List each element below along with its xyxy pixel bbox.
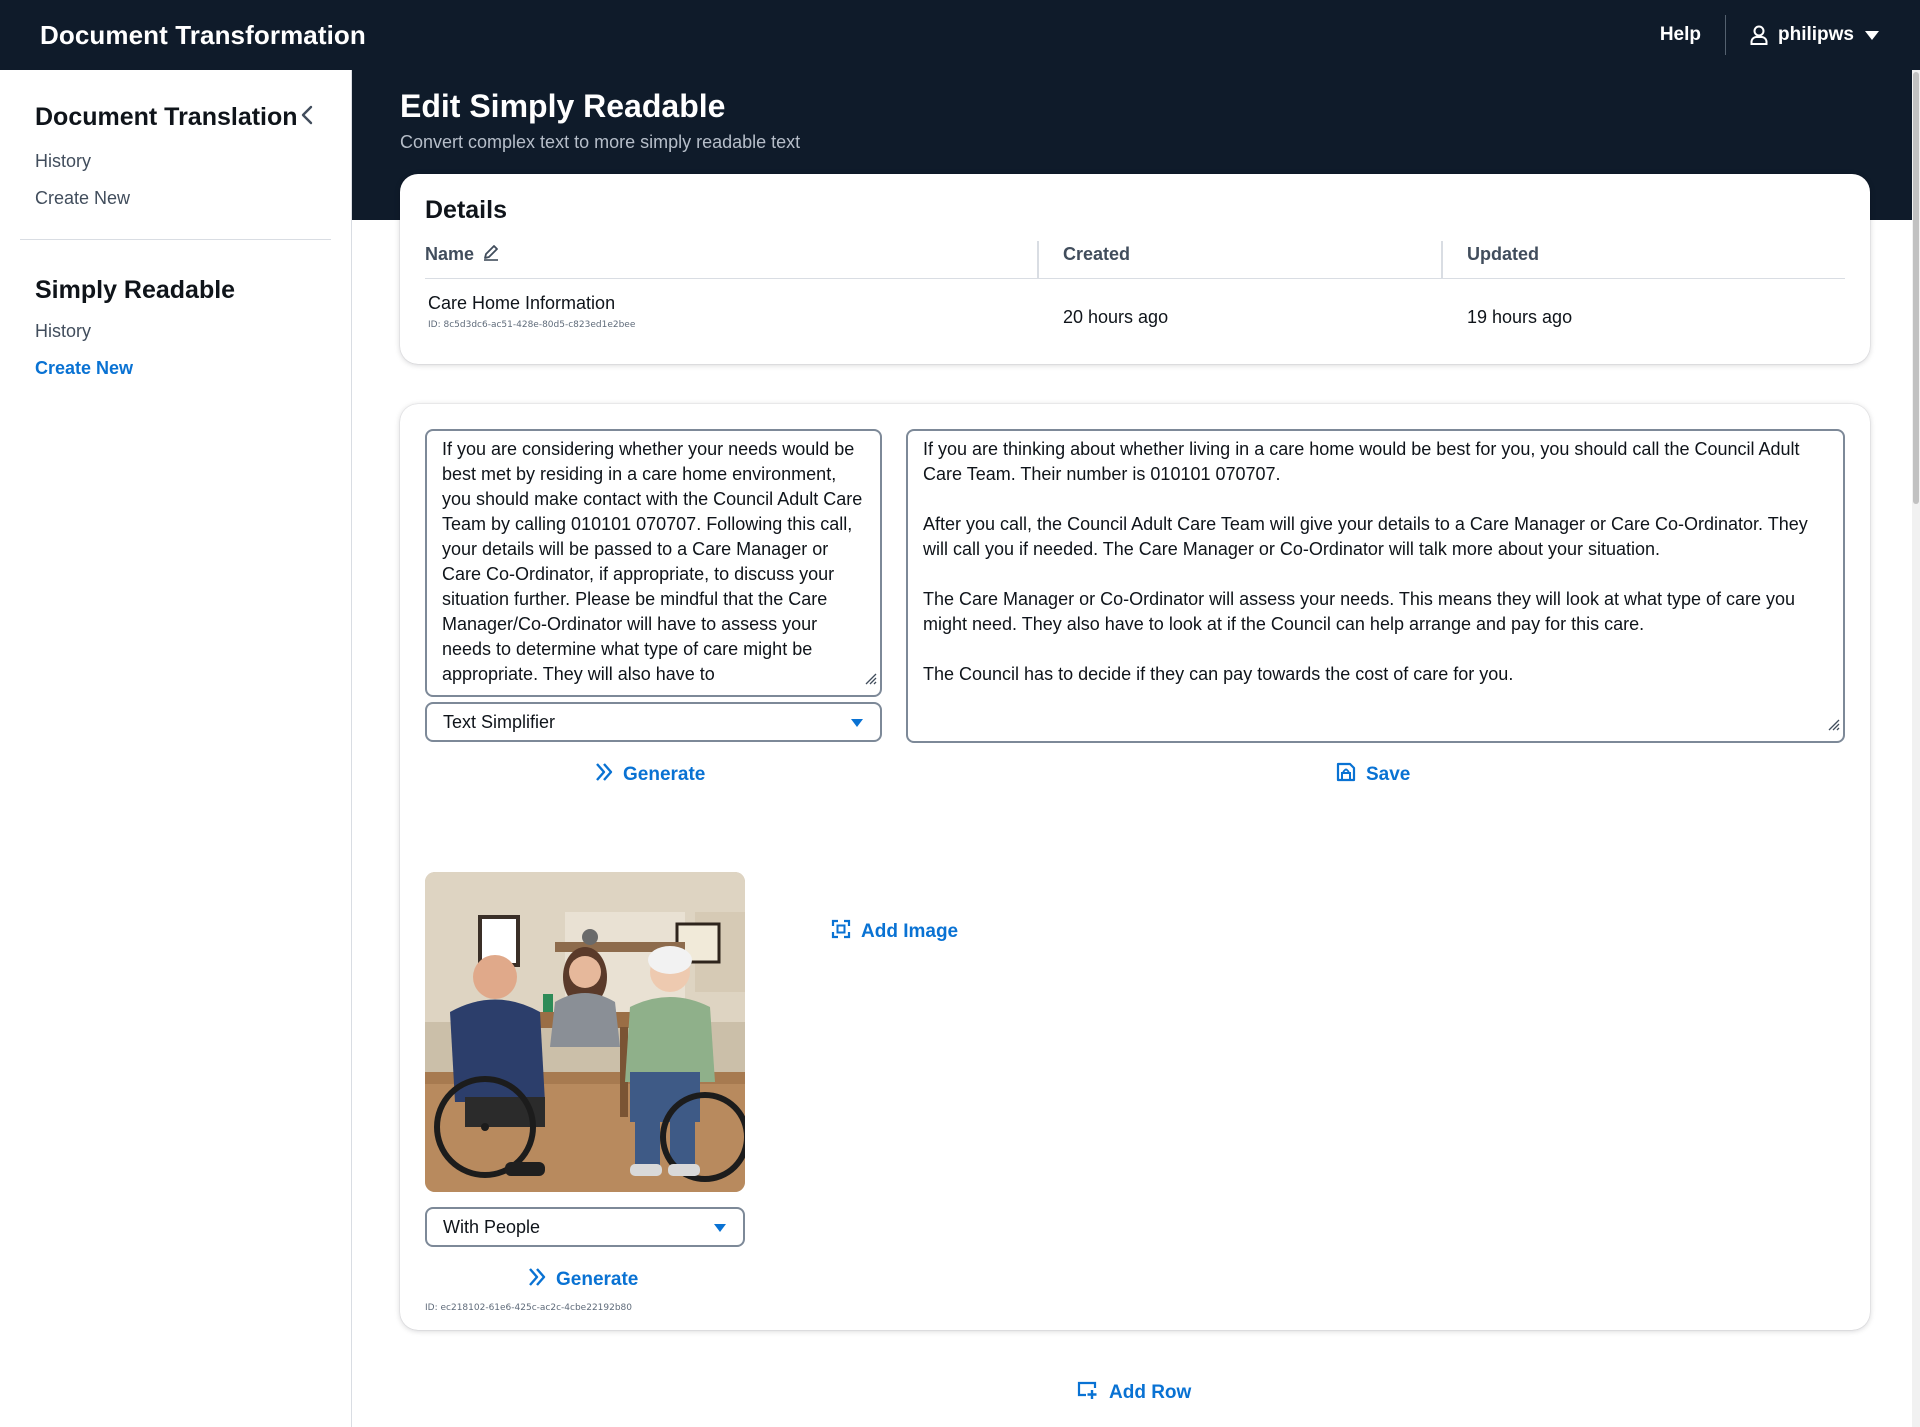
sidebar-heading-simply-readable[interactable]: Simply Readable	[35, 276, 316, 305]
double-chevron-right-icon	[595, 762, 613, 788]
generate-image-label: Generate	[556, 1269, 639, 1290]
top-right-utilities: Help philipws	[1636, 0, 1880, 70]
sidebar-item-translation-history[interactable]: History	[35, 151, 316, 172]
page-scrollbar-thumb[interactable]	[1913, 72, 1919, 504]
sidebar-item-readable-create-new[interactable]: Create New	[35, 358, 316, 379]
simplified-paragraph: After you call, the Council Adult Care T…	[923, 514, 1808, 559]
generate-text-label: Generate	[623, 764, 706, 785]
chevron-down-icon	[713, 1217, 727, 1238]
generated-image	[425, 872, 745, 1192]
generate-text-button[interactable]: Generate	[595, 762, 705, 788]
image-style-select-value: With People	[443, 1216, 541, 1237]
column-header-updated: Updated	[1441, 241, 1845, 279]
username-label: philipws	[1778, 24, 1854, 45]
model-select[interactable]: Text Simplifier	[425, 702, 882, 742]
created-value: 20 hours ago	[1063, 307, 1169, 327]
document-name: Care Home Information	[428, 293, 616, 313]
image-id: ID: ec218102-61e6-425c-ac2c-4cbe22192b80	[425, 1303, 633, 1313]
top-navigation: Document Transformation Help philipws	[0, 0, 1920, 70]
sidebar-heading-document-translation[interactable]: Document Translation	[35, 103, 298, 132]
sidebar-section-document-translation: Document Translation History Create New	[20, 100, 331, 209]
caret-down-icon	[1864, 29, 1880, 41]
document-id: ID: 8c5d3dc6-ac51-428e-80d5-c823ed1e2bee	[428, 320, 636, 330]
sidebar-section-simply-readable: Simply Readable History Create New	[20, 276, 331, 379]
document-name-cell: Care Home Information ID: 8c5d3dc6-ac51-…	[425, 279, 1037, 330]
page-subtitle: Convert complex text to more simply read…	[400, 132, 801, 152]
resize-handle-icon[interactable]	[1826, 713, 1840, 738]
save-label: Save	[1366, 764, 1411, 785]
page-title: Edit Simply Readable	[400, 88, 726, 124]
add-row-icon	[1077, 1380, 1099, 1406]
simplified-paragraph: If you are thinking about whether living…	[923, 439, 1800, 484]
user-icon	[1750, 25, 1768, 45]
image-style-select[interactable]: With People	[425, 1207, 745, 1247]
content-row-panel: If you are considering whether your need…	[400, 404, 1870, 1330]
simplified-paragraph: The Council has to decide if they can pa…	[923, 664, 1514, 684]
source-text-value: If you are considering whether your need…	[442, 439, 863, 684]
save-icon	[1336, 762, 1356, 788]
edit-name-icon[interactable]	[482, 243, 500, 266]
double-chevron-right-icon	[528, 1267, 546, 1293]
sidebar-divider	[20, 239, 331, 240]
column-header-name: Name	[425, 241, 1037, 279]
sidebar-item-readable-history[interactable]: History	[35, 321, 316, 342]
simplified-text-area[interactable]: If you are thinking about whether living…	[906, 429, 1845, 743]
chevron-down-icon	[850, 712, 864, 733]
sidebar-item-translation-create-new[interactable]: Create New	[35, 188, 316, 209]
simplified-paragraph: The Care Manager or Co-Ordinator will as…	[923, 589, 1796, 634]
details-table: Name Created Updated Care Home Informati…	[425, 241, 1845, 330]
help-link[interactable]: Help	[1636, 24, 1725, 46]
side-navigation: Document Translation History Create New …	[0, 70, 352, 1427]
resize-handle-icon[interactable]	[863, 667, 877, 692]
add-image-button[interactable]: Add Image	[831, 919, 958, 945]
add-row-label: Add Row	[1109, 1382, 1192, 1403]
details-title: Details	[425, 196, 507, 224]
generate-image-button[interactable]: Generate	[528, 1267, 638, 1293]
add-row-button[interactable]: Add Row	[1077, 1380, 1191, 1406]
add-image-icon	[831, 919, 851, 945]
add-image-label: Add Image	[861, 921, 959, 942]
model-select-value: Text Simplifier	[443, 711, 556, 732]
user-menu-button[interactable]: philipws	[1726, 24, 1880, 46]
save-button[interactable]: Save	[1336, 762, 1410, 788]
updated-value: 19 hours ago	[1467, 307, 1573, 327]
app-title[interactable]: Document Transformation	[40, 20, 366, 51]
details-panel: Details Name Created Updated Care Home I…	[400, 174, 1870, 364]
column-header-name-label: Name	[425, 244, 475, 264]
source-text-area[interactable]: If you are considering whether your need…	[425, 429, 882, 697]
collapse-sidebar-icon[interactable]	[298, 100, 316, 135]
column-header-created: Created	[1037, 241, 1441, 279]
